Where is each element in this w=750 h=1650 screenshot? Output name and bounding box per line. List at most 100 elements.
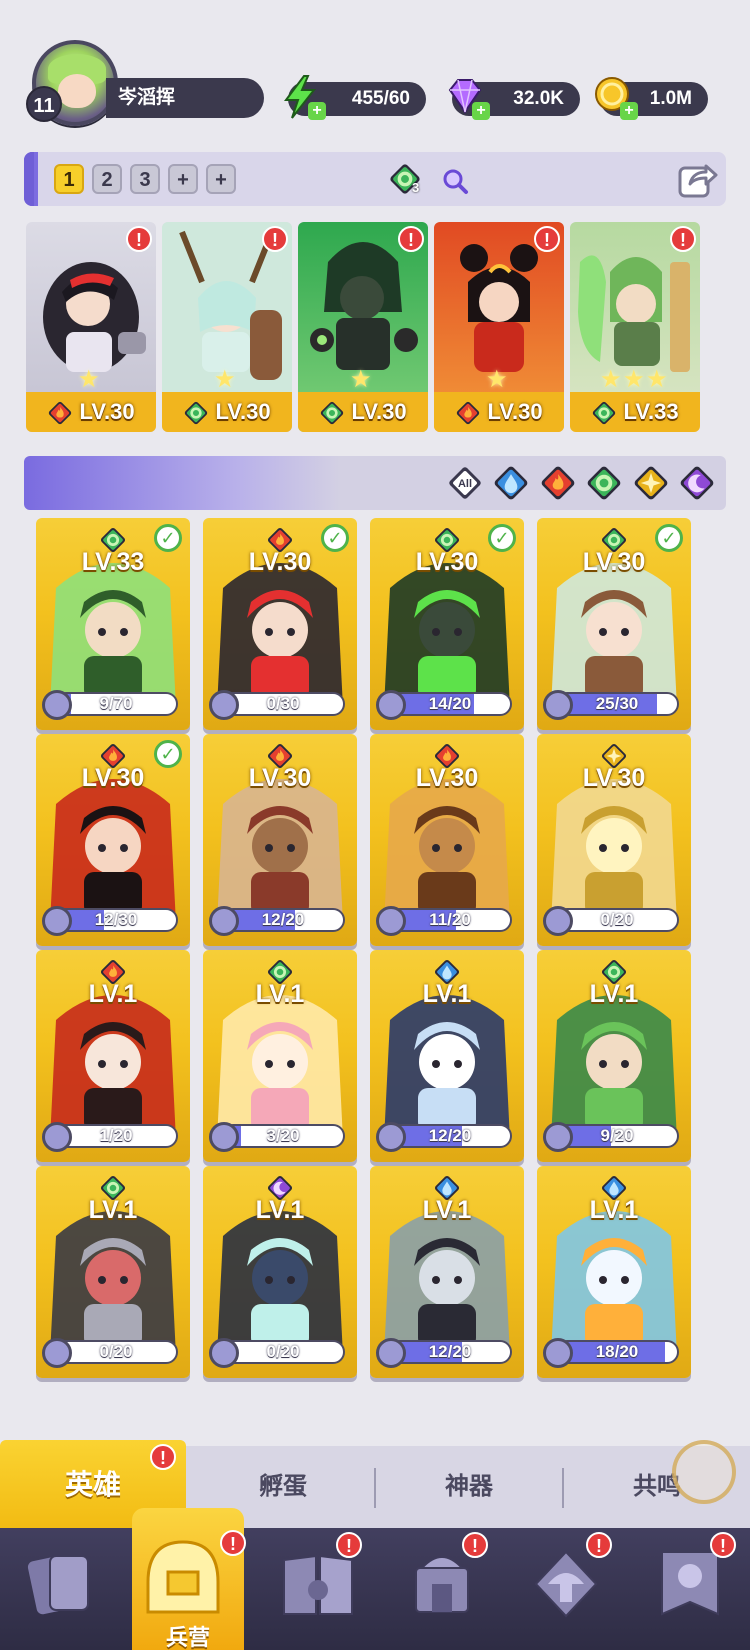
hero-card[interactable]: LV.1 12/20 [370,950,524,1162]
shard-progress-text: 3/20 [266,1126,300,1145]
nav-shrine[interactable]: ! [380,1532,500,1648]
shard-progress-bar: 1/20 [54,1124,178,1148]
shard-progress-bar: 3/20 [221,1124,345,1148]
hero-card[interactable]: LV.30 ✓ 0/30 [203,518,357,730]
star-icon: ★ [78,366,100,393]
shard-progress-bar: 12/20 [221,908,345,932]
shard-icon [543,690,573,720]
notification-badge: ! [150,1444,176,1470]
hero-card[interactable]: LV.1 0/20 [36,1166,190,1378]
hero-card[interactable]: LV.30 0/20 [537,734,691,946]
tab-artifact[interactable]: 神器 [376,1446,562,1528]
hero-card[interactable]: LV.30 ✓ 25/30 [537,518,691,730]
energy-add-icon[interactable]: + [308,102,326,120]
hero-card[interactable]: LV.1 0/20 [203,1166,357,1378]
hero-card[interactable]: LV.33 ✓ 9/70 [36,518,190,730]
cards-icon [27,1555,89,1615]
share-icon[interactable] [676,158,718,200]
nav-book[interactable]: ! [256,1532,376,1648]
team-selector-bar: 1 2 3 + + 3 [24,152,726,206]
team-tab-add-2[interactable]: + [206,164,236,194]
hero-card[interactable]: LV.1 18/20 [537,1166,691,1378]
lineup-slot-1[interactable]: ! ★ LV.30 [26,222,156,432]
hero-card[interactable]: LV.1 3/20 [203,950,357,1162]
gold-counter[interactable]: + 1.0M [595,77,708,120]
floating-ring-button[interactable] [672,1440,736,1504]
filter-dark[interactable] [678,464,716,502]
hero-card[interactable]: LV.30 11/20 [370,734,524,946]
notification-badge: ! [586,1532,612,1558]
hero-card[interactable]: LV.30 12/20 [203,734,357,946]
shard-progress-bar: 12/20 [388,1340,512,1364]
checkmark-icon: ✓ [154,524,182,552]
team-tab-add-1[interactable]: + [168,164,198,194]
lineup-slot-5[interactable]: ! ★ ★ ★ LV.33 [570,222,700,432]
shard-progress-bar: 11/20 [388,908,512,932]
hero-card[interactable]: LV.1 1/20 [36,950,190,1162]
lineup-slot-4[interactable]: ! ★ LV.30 [434,222,564,432]
gem-add-icon[interactable]: + [472,102,490,120]
filter-light[interactable] [632,464,670,502]
hero-level: LV.33 [81,548,145,576]
shard-progress-bar: 12/20 [388,1124,512,1148]
player-level-badge: 11 [26,86,62,122]
notification-badge: ! [670,226,696,252]
hero-level: LV.30 [582,764,646,792]
lineup-level: LV.30 [26,392,156,432]
checkmark-icon: ✓ [488,524,516,552]
nav-banner[interactable]: ! [628,1532,748,1648]
water-element-icon [492,464,530,502]
hero-card[interactable]: LV.1 9/20 [537,950,691,1162]
hero-level: LV.30 [415,548,479,576]
shard-icon [376,1338,406,1368]
lineup-level-text: LV.33 [623,399,679,424]
shard-progress-text: 0/20 [266,1342,300,1361]
nav-cards[interactable] [0,1538,120,1648]
notification-badge: ! [398,226,424,252]
shard-progress-bar: 0/20 [555,908,679,932]
shard-progress-text: 14/20 [428,694,472,713]
notification-badge: ! [220,1530,246,1556]
star-icon: ★ [600,366,622,393]
nature-element-icon [183,400,209,426]
star-icon: ★ [214,366,236,393]
team-tab-3[interactable]: 3 [130,164,160,194]
team-bonus-area[interactable]: 3 [388,162,498,198]
element-filters: All [442,464,716,502]
avatar-face [58,74,96,108]
filter-water[interactable] [492,464,530,502]
shard-progress-bar: 14/20 [388,692,512,716]
nav-mushroom[interactable]: ! [504,1532,624,1648]
hero-level: LV.1 [255,1196,305,1224]
lineup-slot-2[interactable]: ! ★ LV.30 [162,222,292,432]
hero-level: LV.1 [255,980,305,1008]
shard-icon [209,1338,239,1368]
filter-nature[interactable] [585,464,623,502]
nav-active-label: 兵营 [165,1625,210,1650]
hero-card[interactable]: LV.30 ✓ 14/20 [370,518,524,730]
filter-all[interactable]: All [446,464,484,502]
shard-icon [543,906,573,936]
shard-icon [376,690,406,720]
barracks-icon [146,1540,220,1614]
team-tab-1[interactable]: 1 [54,164,84,194]
magnifier-icon[interactable] [440,166,470,196]
gold-add-icon[interactable]: + [620,102,638,120]
hero-level: LV.1 [589,1196,639,1224]
hero-card[interactable]: LV.30 ✓ 12/30 [36,734,190,946]
shard-progress-text: 0/20 [600,910,634,929]
team-tab-2[interactable]: 2 [92,164,122,194]
hero-card[interactable]: LV.1 12/20 [370,1166,524,1378]
shard-progress-bar: 12/30 [54,908,178,932]
lineup-slot-3[interactable]: ! ★ LV.30 [298,222,428,432]
hero-level: LV.30 [582,548,646,576]
filter-fire[interactable] [539,464,577,502]
shard-progress-bar: 18/20 [555,1340,679,1364]
energy-counter[interactable]: + 455/60 [284,75,426,120]
hero-level: LV.1 [88,1196,138,1224]
star-icon: ★ [623,366,645,393]
shard-progress-bar: 0/30 [221,692,345,716]
notification-badge: ! [534,226,560,252]
lineup-level-text: LV.30 [351,399,407,424]
gem-counter[interactable]: + 32.0K [448,79,580,120]
